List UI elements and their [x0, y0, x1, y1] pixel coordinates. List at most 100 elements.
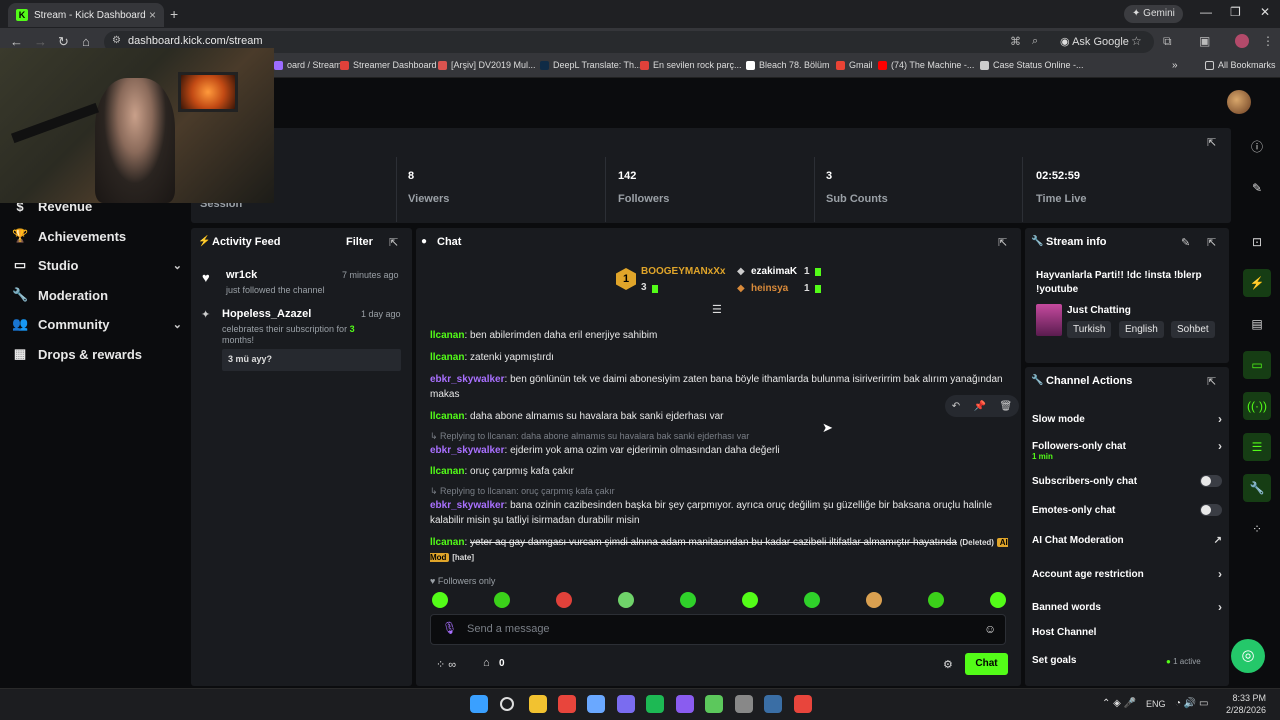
capture-icon[interactable]: ⊡: [1243, 228, 1271, 256]
sidebar-item-drops-rewards[interactable]: ▦ Drops & rewards: [12, 346, 182, 362]
edit-icon[interactable]: ✎: [1181, 236, 1190, 249]
emote-icon[interactable]: [990, 592, 1006, 608]
home-icon[interactable]: ⌂: [82, 34, 90, 49]
gear-icon[interactable]: ⚙: [943, 658, 953, 671]
emote-icon[interactable]: [556, 592, 572, 608]
chat-icon[interactable]: ▭: [1243, 351, 1271, 379]
emote-icon[interactable]: [680, 592, 696, 608]
chat-username[interactable]: ebkr_skywalker: [430, 374, 505, 385]
tray-icons[interactable]: ⌃ ◈ 🎤: [1102, 698, 1136, 709]
subs-only-toggle[interactable]: [1200, 475, 1222, 487]
account-age-row[interactable]: Account age restriction ›: [1032, 567, 1222, 581]
xbox-icon[interactable]: [705, 695, 723, 713]
bookmark-item[interactable]: En sevilen rock parç...: [640, 60, 742, 70]
host-channel-row[interactable]: Host Channel: [1032, 627, 1222, 638]
bookmark-item[interactable]: Bleach 78. Bölüm: [746, 60, 830, 70]
ai-moderation-row[interactable]: AI Chat Moderation ↗: [1032, 535, 1222, 546]
followers-only-row[interactable]: Followers-only chat ›: [1032, 439, 1222, 453]
emote-icon[interactable]: [494, 592, 510, 608]
file-explorer-icon[interactable]: [529, 695, 547, 713]
chat-settings-dots-icon[interactable]: ⁘ ∞: [436, 658, 456, 671]
emote-icon[interactable]: [432, 592, 448, 608]
stream-tag[interactable]: English: [1119, 321, 1164, 338]
network-icon[interactable]: ◔ 🔊 ▭: [1175, 698, 1209, 709]
sidebar-item-studio[interactable]: ▭ Studio ⌄: [12, 257, 182, 273]
category-thumbnail[interactable]: [1036, 304, 1062, 336]
info-icon[interactable]: ⓘ: [1243, 133, 1271, 161]
microphone-icon[interactable]: 🎙: [442, 621, 457, 635]
bookmark-item[interactable]: (74) The Machine -...: [878, 60, 974, 70]
emotes-only-toggle[interactable]: [1200, 504, 1222, 516]
chat-username[interactable]: ebkr_skywalker: [430, 445, 505, 456]
url-text[interactable]: dashboard.kick.com/stream: [128, 35, 263, 47]
sidebar-item-moderation[interactable]: 🔧 Moderation: [12, 287, 182, 303]
forward-icon[interactable]: →: [34, 34, 47, 49]
banned-words-row[interactable]: Banned words ›: [1032, 600, 1222, 614]
wrench-icon[interactable]: 🔧: [1243, 474, 1271, 502]
stream-tag[interactable]: Sohbet: [1171, 321, 1215, 338]
popout-icon[interactable]: ⇱: [1207, 236, 1216, 249]
chat-username[interactable]: llcanan: [430, 537, 464, 548]
obs-icon[interactable]: [735, 695, 753, 713]
set-goals-row[interactable]: Set goals: [1032, 655, 1182, 666]
activity-user[interactable]: Hopeless_Azazel: [222, 308, 311, 320]
ask-google-button[interactable]: ◉ Ask Google: [1060, 35, 1129, 48]
chevron-down-icon[interactable]: ⌄: [173, 259, 182, 272]
store-icon[interactable]: [587, 695, 605, 713]
emote-icon[interactable]: [928, 592, 944, 608]
slow-mode-row[interactable]: Slow mode ›: [1032, 412, 1222, 426]
leaderboard-user[interactable]: ezakimaK: [751, 266, 797, 277]
discord-icon[interactable]: [617, 695, 635, 713]
reply-icon[interactable]: ↶: [952, 401, 960, 412]
maximize-icon[interactable]: ❐: [1230, 5, 1241, 19]
popout-icon[interactable]: ⇱: [389, 236, 398, 249]
new-tab-icon[interactable]: +: [170, 6, 178, 22]
stream-info-icon[interactable]: ☰: [1243, 433, 1271, 461]
chrome-active-icon[interactable]: [794, 695, 812, 713]
gemini-button[interactable]: ✦ Gemini: [1124, 5, 1183, 23]
profile-icon[interactable]: [1235, 34, 1249, 48]
emote-icon[interactable]: [742, 592, 758, 608]
windows-start-icon[interactable]: [470, 695, 488, 713]
chat-username[interactable]: llcanan: [430, 352, 464, 363]
bookmark-item[interactable]: Case Status Online -...: [980, 60, 1084, 70]
broadcast-icon[interactable]: ((·)): [1243, 392, 1271, 420]
chat-username[interactable]: llcanan: [430, 330, 464, 341]
menu-icon[interactable]: ⋮: [1262, 34, 1274, 48]
close-window-icon[interactable]: ✕: [1260, 5, 1270, 19]
chevron-down-icon[interactable]: ⌄: [173, 318, 182, 331]
language-indicator[interactable]: ENG: [1146, 699, 1166, 709]
more-bookmarks-icon[interactable]: »: [1172, 60, 1178, 71]
all-bookmarks[interactable]: All Bookmarks: [1205, 60, 1276, 70]
activity-user[interactable]: wr1ck: [226, 269, 257, 281]
sidepanel-icon[interactable]: ▣: [1199, 34, 1210, 48]
search-icon[interactable]: [500, 697, 514, 711]
popout-icon[interactable]: ⇱: [1207, 375, 1216, 388]
sidebar-item-community[interactable]: 👥 Community ⌄: [12, 316, 182, 332]
leaderboard-user[interactable]: heinsya: [751, 283, 788, 294]
steam-icon[interactable]: [764, 695, 782, 713]
chat-username[interactable]: llcanan: [430, 466, 464, 477]
popout-icon[interactable]: ⇱: [1207, 136, 1216, 149]
emoji-icon[interactable]: ☺: [984, 622, 996, 636]
send-chat-button[interactable]: Chat: [965, 653, 1008, 675]
bookmark-item[interactable]: DeepL Translate: Th...: [540, 60, 642, 70]
bookmark-item[interactable]: [Arşiv] DV2019 Mul...: [438, 60, 536, 70]
bookmark-item[interactable]: Gmail: [836, 60, 873, 70]
emote-icon[interactable]: [866, 592, 882, 608]
app-icon[interactable]: [676, 695, 694, 713]
site-info-icon[interactable]: ⚙: [112, 35, 121, 46]
browser-tab[interactable]: K Stream - Kick Dashboard ×: [8, 3, 164, 27]
more-icon[interactable]: ⁘: [1243, 515, 1271, 543]
edit-icon[interactable]: ✎: [1243, 174, 1271, 202]
extensions-icon[interactable]: ⧉: [1163, 34, 1172, 49]
popout-icon[interactable]: ⇱: [998, 236, 1007, 249]
bookmark-star-icon[interactable]: ☆: [1131, 34, 1142, 48]
stream-tag[interactable]: Turkish: [1067, 321, 1112, 338]
sidebar-item-achievements[interactable]: 🏆 Achievements: [12, 228, 182, 244]
zoom-icon[interactable]: ⌕: [1032, 35, 1038, 48]
filter-button[interactable]: Filter: [346, 236, 373, 248]
emote-icon[interactable]: [804, 592, 820, 608]
pin-icon[interactable]: 📌: [974, 401, 986, 412]
support-icon[interactable]: ◎: [1231, 639, 1265, 673]
